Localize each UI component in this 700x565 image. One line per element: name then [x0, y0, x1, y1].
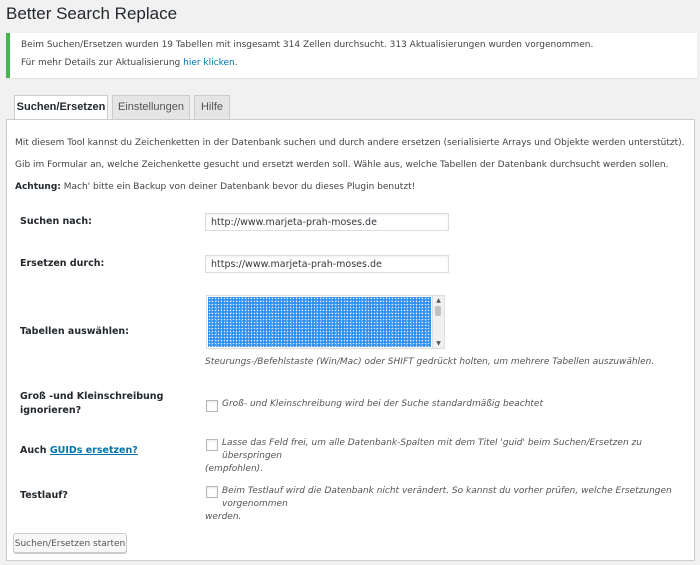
- success-notice: Beim Suchen/Ersetzen wurden 19 Tabellen …: [6, 33, 697, 78]
- guids-help: Lasse das Feld frei, um alle Datenbank-S…: [205, 437, 694, 476]
- case-label-line2: ignorieren?: [20, 405, 82, 416]
- warning-text: Mach' bitte ein Backup von deiner Datenb…: [60, 182, 416, 192]
- warning-label: Achtung:: [15, 182, 61, 192]
- tables-label: Tabellen auswählen:: [20, 326, 129, 337]
- dryrun-help-line1: Beim Testlauf wird die Datenbank nicht v…: [222, 486, 672, 509]
- tables-scrollbar[interactable]: ▲ ▼: [432, 296, 444, 348]
- notice-details-suffix: .: [234, 58, 238, 68]
- page-title: Better Search Replace: [6, 4, 178, 23]
- scroll-down-icon[interactable]: ▼: [433, 339, 444, 348]
- tab-search-replace[interactable]: Suchen/Ersetzen: [14, 95, 108, 120]
- tables-select[interactable]: ▲ ▼: [206, 295, 445, 349]
- dryrun-help-line2: werden.: [205, 512, 242, 522]
- replace-guids-checkbox[interactable]: [206, 439, 218, 451]
- dryrun-label: Testlauf?: [20, 490, 68, 501]
- backup-warning: Achtung: Mach' bitte ein Backup von dein…: [15, 182, 415, 192]
- app-window: Better Search Replace Beim Suchen/Ersetz…: [0, 0, 700, 565]
- start-search-replace-button[interactable]: Suchen/Ersetzen starten: [13, 533, 127, 553]
- case-label: Groß -und Kleinschreibung ignorieren?: [20, 390, 163, 418]
- notice-summary-text: Beim Suchen/Ersetzen wurden 19 Tabellen …: [21, 40, 594, 50]
- dry-run-checkbox[interactable]: [206, 486, 218, 498]
- selected-tables: [208, 297, 431, 347]
- guids-help-line2: (empfohlen).: [205, 464, 264, 474]
- notice-details: Für mehr Details zur Aktualisierung hier…: [21, 58, 238, 68]
- case-label-line1: Groß -und Kleinschreibung: [20, 391, 164, 402]
- replace-label: Ersetzen durch:: [20, 258, 105, 269]
- search-label: Suchen nach:: [20, 216, 92, 227]
- guids-help-line1: Lasse das Feld frei, um alle Datenbank-S…: [222, 438, 642, 461]
- tab-help[interactable]: Hilfe: [194, 95, 230, 119]
- guids-label: Auch GUIDs ersetzen?: [20, 444, 138, 458]
- replace-input[interactable]: [205, 255, 449, 273]
- guids-link[interactable]: GUIDs ersetzen?: [50, 445, 138, 456]
- dryrun-help: Beim Testlauf wird die Datenbank nicht v…: [205, 485, 694, 524]
- tables-help: Steurungs-/Befehlstaste (Win/Mac) oder S…: [205, 357, 655, 367]
- guids-label-prefix: Auch: [20, 445, 50, 456]
- notice-summary: Beim Suchen/Ersetzen wurden 19 Tabellen …: [21, 40, 593, 50]
- scroll-up-icon[interactable]: ▲: [433, 296, 444, 305]
- details-link[interactable]: hier klicken: [183, 58, 235, 68]
- case-help: Groß- und Kleinschreibung wird bei der S…: [222, 399, 543, 409]
- scroll-thumb[interactable]: [435, 306, 441, 316]
- search-replace-panel: Mit diesem Tool kannst du Zeichenketten …: [6, 119, 695, 561]
- tab-settings[interactable]: Einstellungen: [112, 95, 190, 119]
- case-insensitive-checkbox[interactable]: [206, 400, 218, 412]
- intro-paragraph-2: Gib im Formular an, welche Zeichenkette …: [15, 160, 669, 170]
- intro-paragraph-1: Mit diesem Tool kannst du Zeichenketten …: [15, 138, 685, 148]
- search-input[interactable]: [205, 213, 449, 231]
- notice-details-prefix: Für mehr Details zur Aktualisierung: [21, 58, 184, 68]
